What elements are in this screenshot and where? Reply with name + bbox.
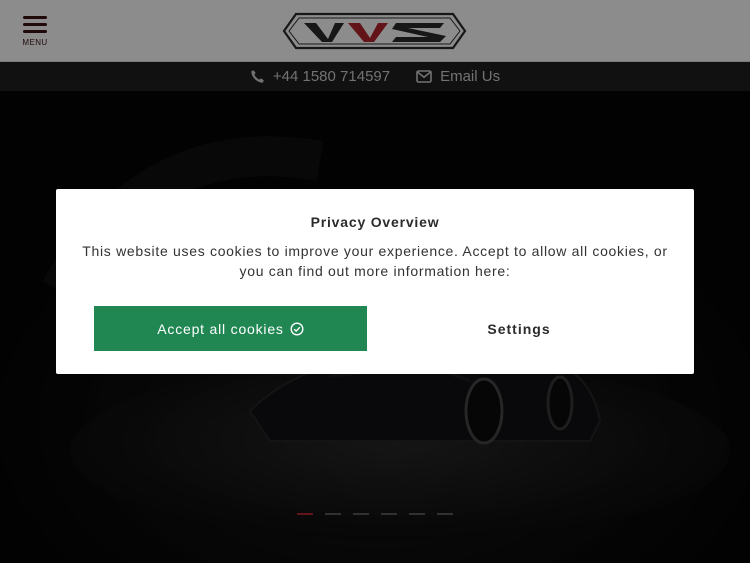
modal-text: This website uses cookies to improve you… xyxy=(82,243,668,279)
accept-cookies-button[interactable]: Accept all cookies xyxy=(94,306,367,351)
cookie-settings-button[interactable]: Settings xyxy=(386,306,652,351)
accept-cookies-label: Accept all cookies xyxy=(157,320,284,337)
cookie-consent-modal: Privacy Overview This website uses cooki… xyxy=(56,189,694,374)
check-circle-icon xyxy=(290,321,304,336)
modal-title: Privacy Overview xyxy=(310,214,440,230)
